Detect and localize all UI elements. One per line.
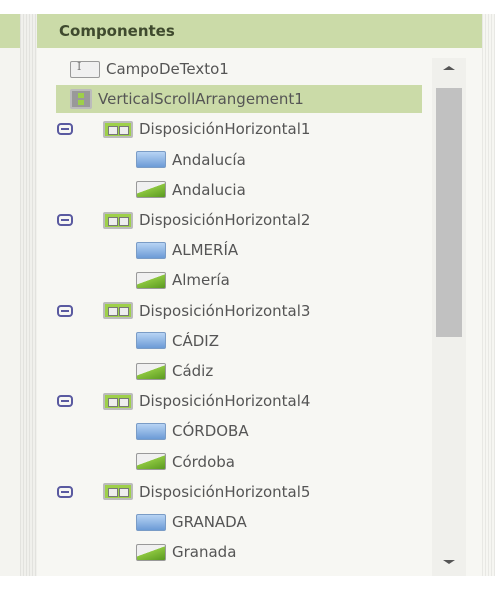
tree-item-label: GRANADA bbox=[172, 513, 247, 531]
tree-item[interactable]: DisposiciónHorizontal3 bbox=[103, 297, 310, 325]
horizontal-arrangement-icon bbox=[103, 302, 133, 320]
tree-item[interactable]: Andalucia bbox=[136, 176, 246, 204]
tree-item-label: Andalucia bbox=[172, 180, 246, 199]
image-icon bbox=[136, 271, 166, 289]
tree-item-label: Cádiz bbox=[172, 362, 214, 380]
scrollbar-thumb[interactable] bbox=[436, 88, 462, 337]
tree-item[interactable]: Cádiz bbox=[136, 357, 213, 385]
tree-item-label: CampoDeTexto1 bbox=[106, 60, 229, 78]
collapse-toggle-icon[interactable] bbox=[57, 485, 73, 498]
tree-item-label: DisposiciónHorizontal2 bbox=[139, 211, 311, 229]
tree-item-label: VerticalScrollArrangement1 bbox=[98, 90, 304, 109]
tree-item-label: DisposiciónHorizontal3 bbox=[139, 301, 311, 320]
scrollbar[interactable] bbox=[432, 58, 466, 576]
tree-item[interactable]: CampoDeTexto1 bbox=[70, 55, 229, 83]
tree-item[interactable]: GRANADA bbox=[136, 508, 247, 536]
tree-item[interactable]: Granada bbox=[136, 538, 236, 566]
image-icon bbox=[136, 453, 166, 471]
collapse-toggle-icon[interactable] bbox=[57, 123, 73, 136]
tree-item[interactable]: CÓRDOBA bbox=[136, 417, 249, 445]
tree-item-label: Córdoba bbox=[172, 452, 235, 471]
image-icon bbox=[136, 362, 166, 380]
tree-item-label: Andalucía bbox=[172, 150, 246, 169]
collapse-toggle-icon[interactable] bbox=[57, 395, 73, 408]
tree-item[interactable]: ALMERÍA bbox=[136, 236, 238, 264]
textbox-icon bbox=[70, 60, 100, 78]
image-icon bbox=[136, 181, 166, 199]
horizontal-arrangement-icon bbox=[103, 392, 133, 410]
tree-item-label: ALMERÍA bbox=[172, 241, 239, 260]
tree-item-label: DisposiciónHorizontal1 bbox=[139, 120, 311, 139]
right-divider bbox=[482, 14, 495, 576]
panel-divider[interactable] bbox=[20, 14, 37, 576]
tree-item[interactable]: Andalucía bbox=[136, 146, 246, 174]
tree-item[interactable]: Almería bbox=[136, 266, 230, 294]
horizontal-arrangement-icon bbox=[103, 120, 133, 138]
tree-item-label: Almería bbox=[172, 271, 230, 290]
tree-item[interactable]: DisposiciónHorizontal4 bbox=[103, 387, 310, 415]
panel-title: Componentes bbox=[37, 14, 482, 48]
tree-item[interactable]: VerticalScrollArrangement1 bbox=[56, 85, 422, 114]
scroll-down-arrow-icon[interactable] bbox=[443, 560, 455, 564]
tree-item-label: DisposiciónHorizontal5 bbox=[139, 482, 311, 501]
button-icon bbox=[136, 422, 166, 440]
tree-item[interactable]: CÁDIZ bbox=[136, 327, 219, 355]
scroll-up-arrow-icon[interactable] bbox=[443, 66, 455, 70]
collapse-toggle-icon[interactable] bbox=[57, 214, 73, 226]
tree-item[interactable]: Córdoba bbox=[136, 448, 235, 476]
tree-item-label: Granada bbox=[172, 543, 237, 562]
horizontal-arrangement-icon bbox=[103, 211, 133, 229]
tree-item-label: CÓRDOBA bbox=[172, 422, 249, 441]
tree-item-label: CÁDIZ bbox=[172, 331, 219, 350]
vertical-arrangement-icon bbox=[70, 89, 92, 110]
tree-item-label: DisposiciónHorizontal4 bbox=[139, 392, 311, 411]
tree-item[interactable]: DisposiciónHorizontal5 bbox=[103, 478, 310, 506]
image-icon bbox=[136, 543, 166, 561]
horizontal-arrangement-icon bbox=[103, 483, 133, 501]
button-icon bbox=[136, 241, 166, 259]
button-icon bbox=[136, 151, 166, 169]
left-panel-edge bbox=[0, 14, 20, 576]
tree-item[interactable]: DisposiciónHorizontal2 bbox=[103, 206, 310, 234]
collapse-toggle-icon[interactable] bbox=[57, 304, 73, 317]
button-icon bbox=[136, 513, 166, 531]
button-icon bbox=[136, 332, 166, 350]
tree-item[interactable]: DisposiciónHorizontal1 bbox=[103, 115, 310, 143]
